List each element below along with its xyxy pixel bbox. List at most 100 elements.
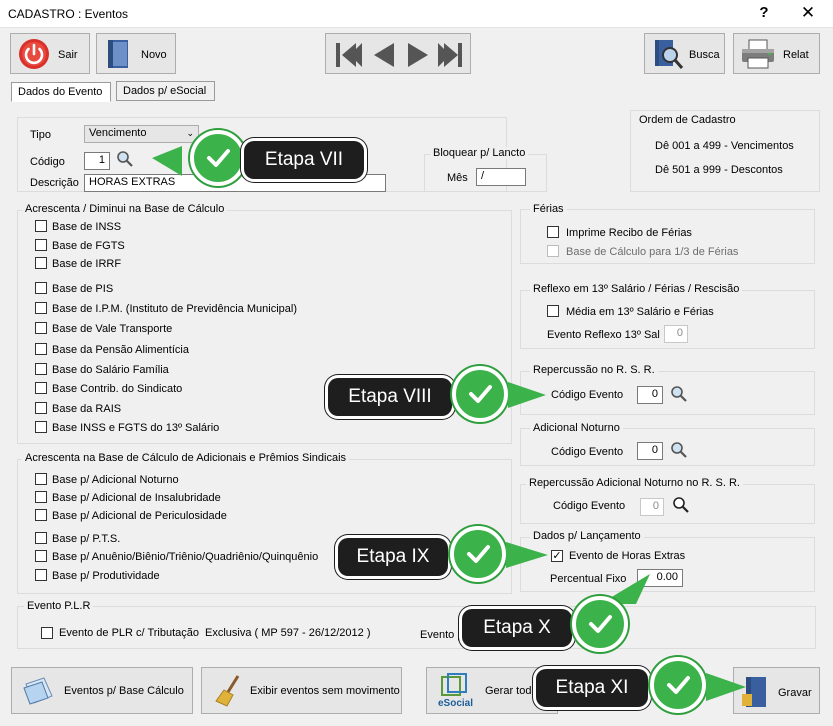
callout-etapa-vii: Etapa VII (244, 141, 364, 179)
descricao-label: Descrição (30, 177, 79, 189)
adicionais-item-label: Base p/ P.T.S. (52, 533, 121, 545)
printer-icon (742, 39, 774, 69)
gravar-label: Gravar (778, 687, 812, 699)
base-terco-ferias-label: Base de Cálculo para 1/3 de Férias (566, 246, 739, 258)
base-calculo-item-checkbox[interactable] (35, 421, 47, 433)
base-calculo-item-label: Base de IRRF (52, 258, 122, 270)
adicionais-item-label: Base p/ Adicional Noturno (52, 474, 179, 486)
horas-extras-checkbox[interactable]: ✓ (551, 550, 563, 562)
adicionais-item-checkbox[interactable] (35, 550, 47, 562)
adicionais-item-label: Base p/ Adicional de Periculosidade (52, 510, 227, 522)
adicionais-item-checkbox[interactable] (35, 532, 47, 544)
noturno-input[interactable]: 0 (637, 442, 663, 460)
tipo-value: Vencimento (89, 127, 147, 139)
base-calculo-item-checkbox[interactable] (35, 220, 47, 232)
media-13-checkbox[interactable] (547, 305, 559, 317)
broom-icon (215, 675, 240, 707)
first-record-icon[interactable] (336, 43, 362, 67)
callout-arrow-vii (152, 146, 182, 176)
new-document-icon (108, 40, 128, 68)
codigo-input[interactable]: 1 (84, 152, 110, 170)
base-calculo-title: Acrescenta / Diminui na Base de Cálculo (22, 203, 228, 215)
adicionais-item-checkbox[interactable] (35, 569, 47, 581)
gravar-button[interactable]: Gravar (733, 667, 820, 714)
next-record-icon[interactable] (408, 43, 428, 67)
search-icon[interactable] (672, 496, 690, 514)
check-icon (572, 596, 628, 652)
novo-button[interactable]: Novo (96, 33, 176, 74)
eventos-base-button[interactable]: Eventos p/ Base Cálculo (11, 667, 193, 714)
base-calculo-item-checkbox[interactable] (35, 402, 47, 414)
callout-etapa-ix: Etapa IX (338, 538, 448, 576)
base-calculo-item-label: Base de INSS (52, 221, 122, 233)
evento-reflexo-label: Evento Reflexo 13º Sal (547, 329, 660, 341)
base-calculo-item-checkbox[interactable] (35, 257, 47, 269)
repercussao-input[interactable]: 0 (637, 386, 663, 404)
mes-input[interactable]: / (476, 168, 526, 186)
base-calculo-item-checkbox[interactable] (35, 282, 47, 294)
base-terco-ferias-checkbox[interactable] (547, 245, 559, 257)
close-button[interactable]: ✕ (800, 3, 816, 23)
adicionais-item-checkbox[interactable] (35, 509, 47, 521)
base-calculo-item-checkbox[interactable] (35, 302, 47, 314)
adicionais-item-label: Base p/ Adicional de Insalubridade (52, 492, 221, 504)
help-button[interactable]: ? (756, 4, 772, 21)
base-calculo-item-checkbox[interactable] (35, 382, 47, 394)
title-bar: CADASTRO : Eventos ? ✕ (0, 0, 833, 28)
check-icon (190, 130, 246, 186)
navigation-bar (325, 33, 471, 74)
exibir-eventos-label: Exibir eventos sem movimento (250, 685, 400, 697)
exibir-eventos-button[interactable]: Exibir eventos sem movimento (201, 667, 402, 714)
ordem-title: Ordem de Cadastro (636, 114, 739, 126)
base-calculo-item-checkbox[interactable] (35, 239, 47, 251)
horas-extras-label: Evento de Horas Extras (569, 550, 686, 562)
rep-noturno-label: Código Evento (553, 500, 626, 512)
adicionais-item-checkbox[interactable] (35, 473, 47, 485)
plr-title: Evento P.L.R (24, 600, 94, 612)
base-calculo-item-checkbox[interactable] (35, 343, 47, 355)
base-calculo-item-label: Base de I.P.M. (Instituto de Previdência… (52, 303, 297, 315)
noturno-title: Adicional Noturno (530, 422, 623, 434)
papers-icon (23, 677, 53, 705)
codigo-label: Código (30, 156, 65, 168)
tipo-select[interactable]: Vencimento ⌄ (84, 125, 199, 143)
imprime-recibo-checkbox[interactable] (547, 226, 559, 238)
base-calculo-item-checkbox[interactable] (35, 363, 47, 375)
plr-check-label: Evento de PLR c/ Tributação (59, 627, 200, 639)
base-calculo-item-label: Base INSS e FGTS do 13º Salário (52, 422, 220, 434)
nav-arrows-icon (336, 43, 462, 67)
plr-checkbox[interactable] (41, 627, 53, 639)
power-icon (19, 39, 49, 69)
base-calculo-item-checkbox[interactable] (35, 322, 47, 334)
base-calculo-item-label: Base da RAIS (52, 403, 122, 415)
sair-button[interactable]: Sair (10, 33, 90, 74)
callout-arrow-xi (706, 673, 746, 701)
search-icon[interactable] (670, 441, 688, 459)
base-calculo-item-label: Base Contrib. do Sindicato (52, 383, 183, 395)
esocial-icon (441, 673, 467, 696)
tab-dados-evento[interactable]: Dados do Evento (11, 82, 111, 102)
repercussao-label: Código Evento (551, 389, 624, 401)
tab-dados-esocial[interactable]: Dados p/ eSocial (116, 81, 215, 101)
base-calculo-item-label: Base de Vale Transporte (52, 323, 173, 335)
noturno-label: Código Evento (551, 446, 624, 458)
relat-label: Relat (783, 49, 809, 61)
chevron-down-icon: ⌄ (186, 128, 194, 138)
busca-label: Busca (689, 49, 720, 61)
lancamento-title: Dados p/ Lançamento (530, 530, 644, 542)
rep-noturno-input[interactable]: 0 (640, 498, 664, 516)
callout-etapa-viii: Etapa VIII (328, 378, 452, 416)
busca-button[interactable]: Busca (644, 33, 725, 74)
relat-button[interactable]: Relat (733, 33, 820, 74)
media-13-label: Média em 13º Salário e Férias (566, 306, 714, 318)
last-record-icon[interactable] (438, 43, 462, 67)
base-calculo-item-label: Base da Pensão Alimentícia (52, 344, 189, 356)
search-icon[interactable] (116, 150, 134, 168)
adicionais-item-checkbox[interactable] (35, 491, 47, 503)
ferias-title: Férias (530, 203, 567, 215)
search-icon[interactable] (670, 385, 688, 403)
previous-record-icon[interactable] (374, 43, 394, 67)
base-calculo-item-label: Base de FGTS (52, 240, 125, 252)
novo-label: Novo (141, 49, 167, 61)
evento-reflexo-input[interactable]: 0 (664, 325, 688, 343)
